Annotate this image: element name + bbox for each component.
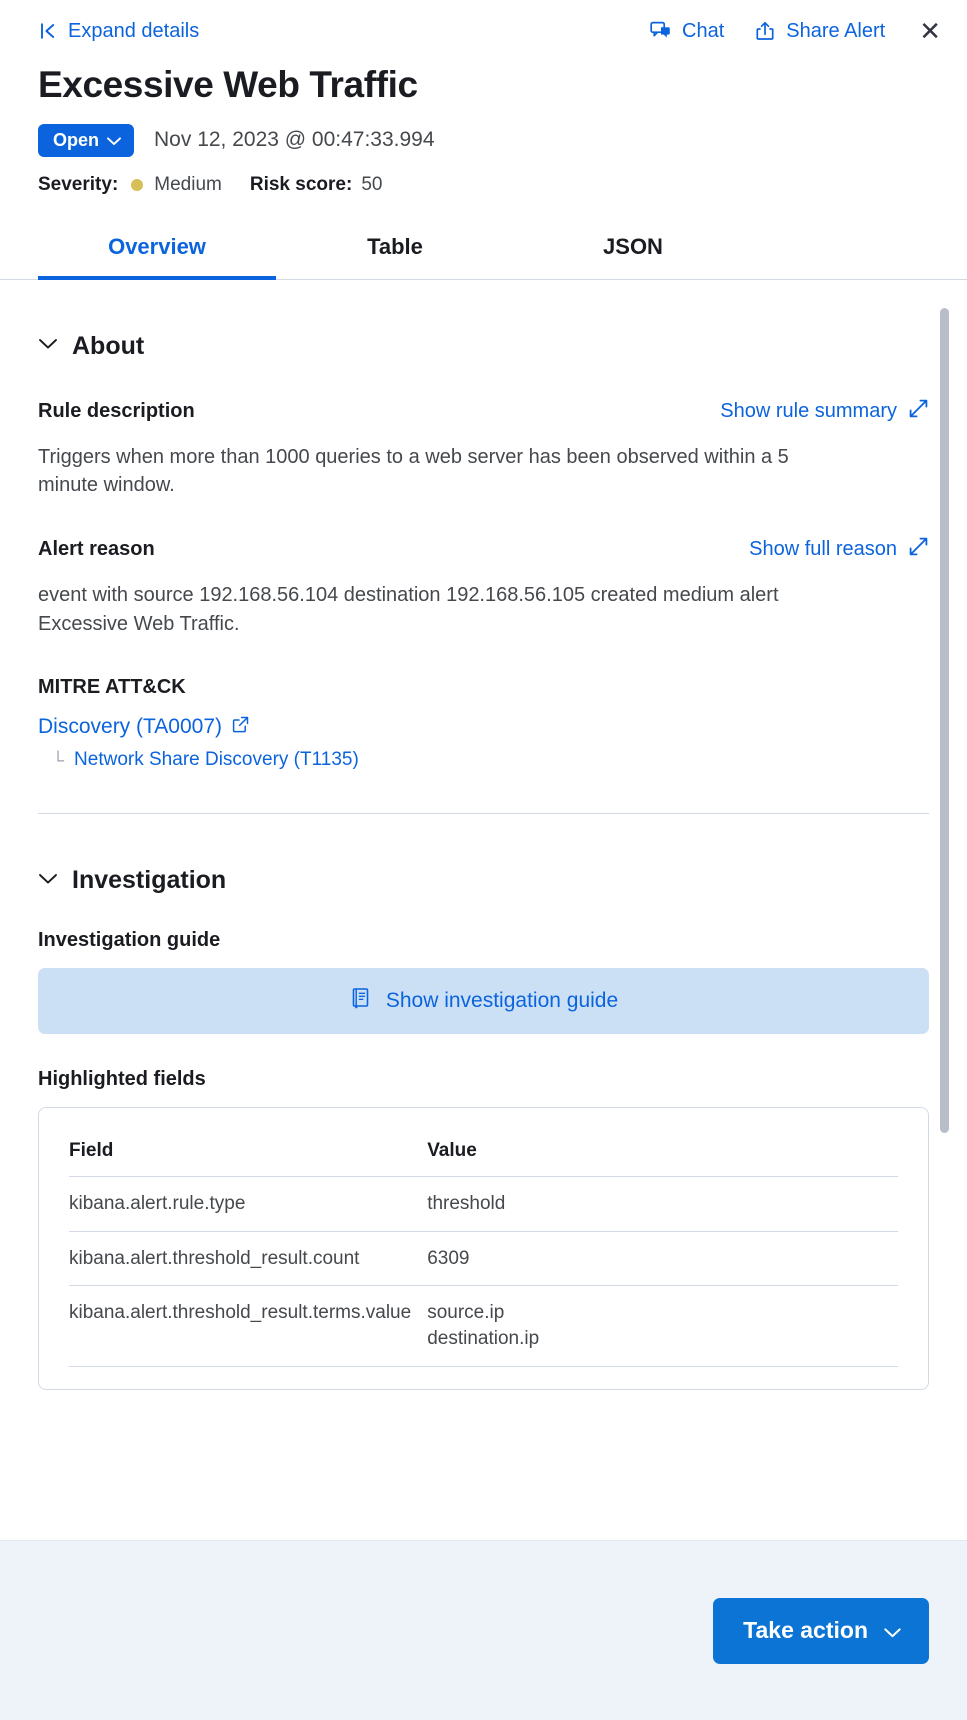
alert-timestamp: Nov 12, 2023 @ 00:47:33.994 [154,128,435,152]
cell-field: kibana.alert.rule.type [69,1176,428,1232]
cell-field: kibana.alert.threshold_result.count [69,1231,428,1287]
detail-tabs: Overview Table JSON [0,222,967,280]
table-header-row: Field Value [69,1114,898,1178]
toolbar-actions: Chat Share Alert ✕ [650,18,941,44]
rule-description-text: Triggers when more than 1000 queries to … [38,445,789,496]
show-investigation-guide-label: Show investigation guide [385,989,619,1013]
tab-json[interactable]: JSON [514,222,752,280]
about-section-header[interactable]: About [38,332,929,361]
cell-field: kibana.alert.threshold_result.terms.valu… [69,1285,428,1367]
severity-dot-icon [131,178,144,191]
investigation-section-header[interactable]: Investigation [38,866,929,895]
rule-description-label: Rule description [38,399,195,422]
alert-status-label: Open [53,129,100,150]
tree-branch-icon: └ [52,750,65,770]
expand-details-label: Expand details [68,19,200,42]
mitre-tactic-label: Discovery (TA0007) [38,715,222,739]
chevron-down-icon [38,337,58,355]
cell-value: 6309 [427,1231,898,1287]
severity-label: Severity: [38,173,119,195]
collapse-left-icon [38,21,58,41]
show-rule-summary-label: Show rule summary [720,399,897,422]
panel-toolbar: Expand details Chat Share Alert ✕ [0,0,967,58]
about-section-title: About [72,331,145,360]
alert-status-dropdown[interactable]: Open [38,123,135,157]
take-action-button[interactable]: Take action [713,1597,929,1664]
show-rule-summary-button[interactable]: Show rule summary [720,398,929,425]
alert-reason-row: Alert reason Show full reason [38,536,929,563]
guide-book-icon [349,986,373,1016]
mitre-attack-label: MITRE ATT&CK [38,676,186,699]
expand-popout-icon [908,398,929,425]
chat-label: Chat [682,19,725,42]
alert-details-panel: Expand details Chat Share Alert ✕ Excess… [0,0,967,1720]
chat-button[interactable]: Chat [650,20,724,43]
chevron-down-icon [884,1617,901,1644]
alert-header: Excessive Web Traffic Open Nov 12, 2023 … [0,58,967,196]
status-row: Open Nov 12, 2023 @ 00:47:33.994 [38,123,929,157]
table-row[interactable]: kibana.alert.threshold_result.count 6309 [69,1231,898,1287]
scrollbar-thumb[interactable] [940,307,949,1133]
highlighted-fields-card: Field Value kibana.alert.rule.type thres… [38,1107,929,1390]
show-investigation-guide-button[interactable]: Show investigation guide [38,968,929,1035]
share-icon [754,20,776,42]
chevron-down-icon [107,131,121,149]
expand-popout-icon [908,536,929,563]
share-alert-button[interactable]: Share Alert [754,20,885,43]
show-full-reason-label: Show full reason [749,538,897,561]
status-badge: Medium [154,173,222,195]
cell-value: threshold [427,1176,898,1232]
expand-details-button[interactable]: Expand details [38,20,199,43]
panel-footer: Take action [0,1540,967,1720]
investigation-section-title: Investigation [72,866,227,895]
chevron-down-icon [38,872,58,890]
external-link-icon [232,715,249,739]
section-divider [38,813,929,815]
mitre-technique-label: Network Share Discovery (T1135) [74,749,359,771]
page-title: Excessive Web Traffic [38,64,418,105]
table-row[interactable]: kibana.alert.rule.type threshold [69,1176,898,1232]
rule-description-row: Rule description Show rule summary [38,398,929,425]
column-header-field: Field [69,1114,428,1178]
close-button[interactable]: ✕ [915,18,941,44]
highlighted-fields-label: Highlighted fields [38,1068,206,1091]
tab-overview[interactable]: Overview [38,222,276,280]
table-body: kibana.alert.rule.type threshold kibana.… [69,1176,898,1367]
take-action-label: Take action [743,1616,868,1643]
mitre-tactic-link[interactable]: Discovery (TA0007) [38,715,929,739]
overview-content: About Rule description Show rule summary… [0,280,967,1540]
mitre-technique-link[interactable]: └ Network Share Discovery (T1135) [52,749,929,771]
alert-reason-label: Alert reason [38,538,155,561]
risk-score-label: Risk score: [249,173,353,195]
tab-table[interactable]: Table [276,222,514,280]
show-full-reason-button[interactable]: Show full reason [749,536,929,563]
investigation-guide-label: Investigation guide [38,929,221,952]
share-alert-label: Share Alert [786,19,886,42]
alert-reason-text: event with source 192.168.56.104 destina… [38,584,779,635]
column-header-value: Value [427,1114,898,1178]
highlighted-fields-table: Field Value kibana.alert.rule.type thres… [69,1114,898,1367]
cell-value: source.ip destination.ip [427,1285,898,1367]
chat-icon [650,20,672,42]
alert-meta-row: Severity: Medium Risk score: 50 [38,174,929,196]
risk-score-value: 50 [361,173,383,195]
table-row[interactable]: kibana.alert.threshold_result.terms.valu… [69,1285,898,1367]
scrollbar[interactable] [940,300,949,1530]
